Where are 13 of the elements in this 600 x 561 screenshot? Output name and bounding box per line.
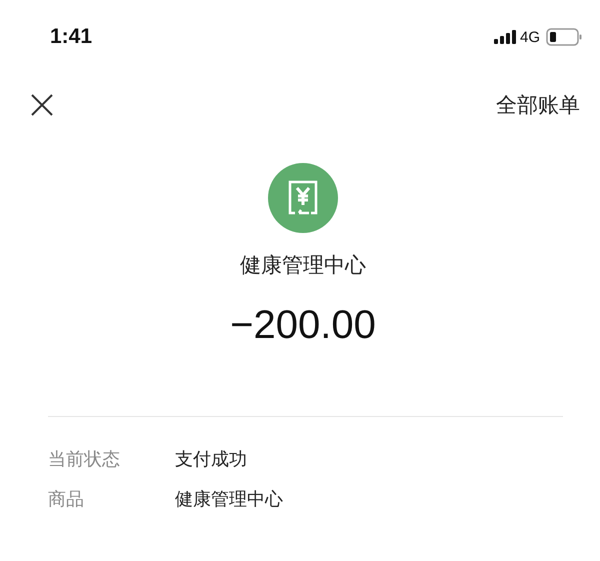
detail-label: 商品 bbox=[48, 488, 85, 511]
merchant-name: 健康管理中心 bbox=[240, 252, 366, 279]
network-label: 4G bbox=[520, 28, 540, 46]
all-bills-link[interactable]: 全部账单 bbox=[496, 91, 580, 119]
detail-value: 支付成功 bbox=[175, 448, 247, 471]
receipt-icon bbox=[268, 163, 338, 233]
detail-value: 健康管理中心 bbox=[175, 488, 283, 511]
detail-label: 当前状态 bbox=[48, 448, 121, 471]
status-time: 1:41 bbox=[50, 25, 92, 49]
close-icon[interactable] bbox=[31, 94, 53, 116]
battery-icon bbox=[546, 28, 582, 46]
payment-amount: −200.00 bbox=[230, 303, 376, 348]
signal-icon bbox=[494, 30, 516, 44]
